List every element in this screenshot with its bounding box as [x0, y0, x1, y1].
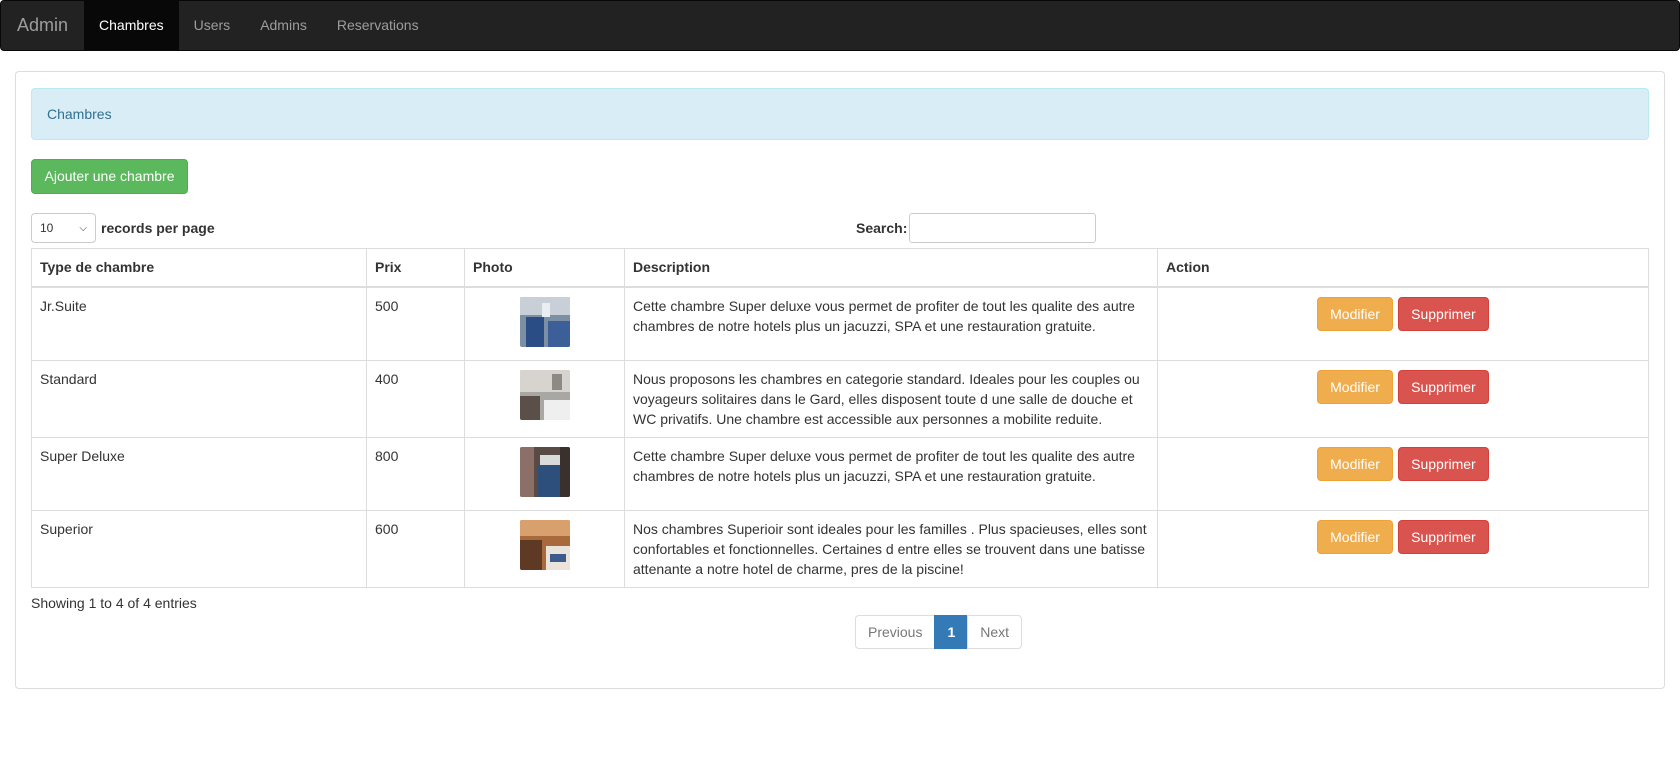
- cell-photo: [464, 509, 625, 588]
- next-page-button[interactable]: Next: [967, 615, 1023, 649]
- header-photo[interactable]: Photo: [464, 248, 625, 288]
- cell-type: Superior: [31, 509, 367, 588]
- header-description[interactable]: Description: [624, 248, 1158, 288]
- edit-button[interactable]: Modifier: [1317, 446, 1394, 481]
- cell-description: Nous proposons les chambres en categorie…: [624, 359, 1158, 438]
- cell-prix: 800: [366, 436, 465, 511]
- cell-type: Standard: [31, 359, 367, 438]
- delete-button[interactable]: Supprimer: [1397, 369, 1489, 404]
- page-1-button[interactable]: 1: [934, 615, 969, 649]
- records-per-page-control: 10 ⌵ records per page: [31, 213, 215, 243]
- header-action[interactable]: Action: [1157, 248, 1649, 288]
- delete-button[interactable]: Supprimer: [1397, 446, 1489, 481]
- nav-item-reservations[interactable]: Reservations: [322, 1, 434, 50]
- navbar-brand[interactable]: Admin: [1, 1, 84, 50]
- cell-description: Cette chambre Super deluxe vous permet d…: [624, 436, 1158, 511]
- delete-button[interactable]: Supprimer: [1397, 519, 1489, 554]
- edit-button[interactable]: Modifier: [1317, 519, 1394, 554]
- cell-photo: [464, 286, 625, 361]
- cell-action: Modifier Supprimer: [1157, 436, 1649, 511]
- room-photo[interactable]: [519, 446, 570, 497]
- cell-action: Modifier Supprimer: [1157, 509, 1649, 588]
- nav-item-admins[interactable]: Admins: [245, 1, 322, 50]
- room-photo[interactable]: [519, 369, 570, 420]
- table-info: Showing 1 to 4 of 4 entries: [31, 595, 197, 611]
- content-panel: Chambres Ajouter une chambre 10 ⌵ record…: [15, 71, 1665, 689]
- pagination: Previous 1 Next: [855, 615, 1023, 649]
- search-label: Search:: [856, 220, 908, 236]
- search-input[interactable]: [909, 213, 1097, 243]
- table-row: Superior 600 Nos chambres Superioir sont…: [31, 509, 1649, 588]
- delete-button[interactable]: Supprimer: [1397, 296, 1489, 331]
- room-photo[interactable]: [519, 296, 570, 347]
- edit-button[interactable]: Modifier: [1317, 369, 1394, 404]
- cell-prix: 600: [366, 509, 465, 588]
- table-row: Standard 400 Nous proposons les chambres…: [31, 359, 1649, 438]
- edit-button[interactable]: Modifier: [1317, 296, 1394, 331]
- nav-item-chambres[interactable]: Chambres: [84, 1, 179, 50]
- table-header-row: Type de chambre Prix Photo Description A…: [31, 248, 1649, 288]
- cell-action: Modifier Supprimer: [1157, 359, 1649, 438]
- cell-prix: 400: [366, 359, 465, 438]
- cell-type: Super Deluxe: [31, 436, 367, 511]
- search-control: Search:: [856, 213, 1097, 243]
- cell-description: Cette chambre Super deluxe vous permet d…: [624, 286, 1158, 361]
- table-row: Jr.Suite 500 Cette chambre Super deluxe …: [31, 286, 1649, 361]
- cell-photo: [464, 436, 625, 511]
- room-photo[interactable]: [519, 519, 570, 570]
- chevron-down-icon: ⌵: [79, 222, 87, 234]
- section-title-alert: Chambres: [31, 88, 1649, 140]
- cell-description: Nos chambres Superioir sont ideales pour…: [624, 509, 1158, 588]
- cell-prix: 500: [366, 286, 465, 361]
- header-type[interactable]: Type de chambre: [31, 248, 367, 288]
- cell-type: Jr.Suite: [31, 286, 367, 361]
- nav-item-users[interactable]: Users: [179, 1, 246, 50]
- records-per-page-value: 10: [40, 221, 54, 235]
- cell-action: Modifier Supprimer: [1157, 286, 1649, 361]
- records-per-page-label: records per page: [101, 220, 215, 236]
- cell-photo: [464, 359, 625, 438]
- header-prix[interactable]: Prix: [366, 248, 465, 288]
- rooms-table: Type de chambre Prix Photo Description A…: [31, 248, 1649, 588]
- add-room-button[interactable]: Ajouter une chambre: [31, 159, 188, 194]
- table-row: Super Deluxe 800 Cette chambre Super del…: [31, 436, 1649, 511]
- previous-page-button[interactable]: Previous: [855, 615, 936, 649]
- top-navbar: Admin Chambres Users Admins Reservations: [0, 0, 1680, 51]
- records-per-page-select[interactable]: 10 ⌵: [31, 213, 96, 243]
